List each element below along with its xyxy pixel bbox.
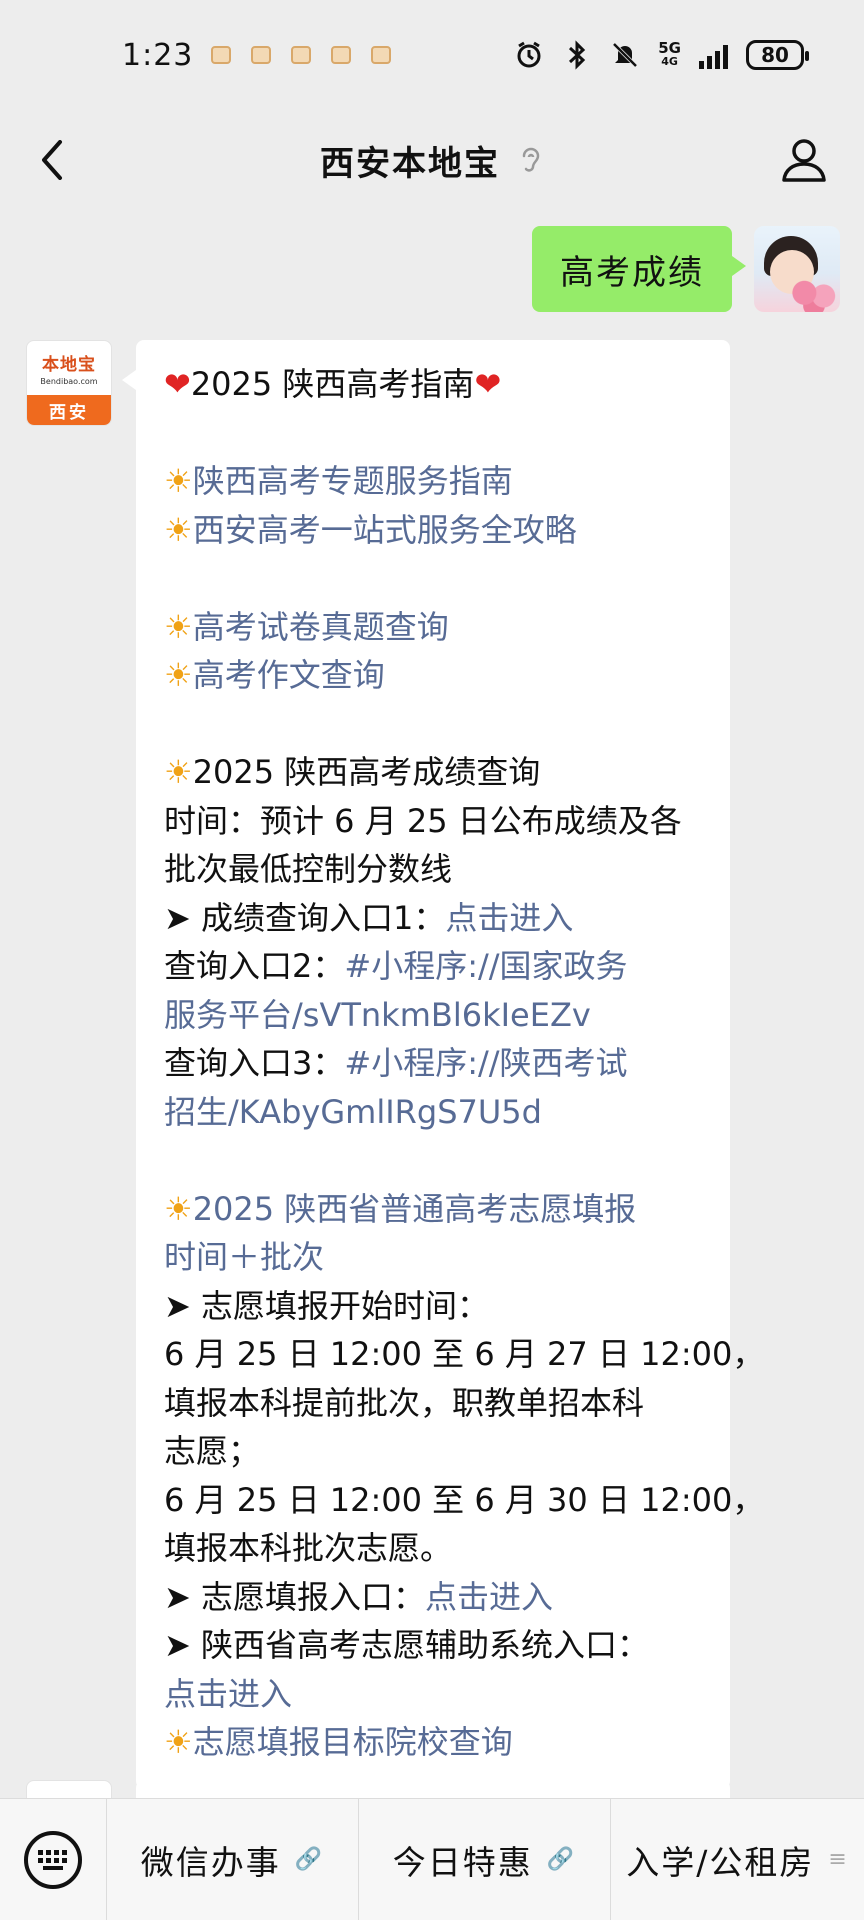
link-one-stop-guide[interactable]: 西安高考一站式服务全攻略 xyxy=(193,511,577,549)
entry-1-link[interactable]: 点击进入 xyxy=(445,899,573,937)
menu-daily-deals[interactable]: 今日特惠 🔗 xyxy=(358,1798,610,1920)
bot-avatar[interactable] xyxy=(26,1780,112,1798)
user-message-bubble[interactable]: 高考成绩 xyxy=(532,226,746,312)
heart-icon: ❤ xyxy=(164,365,191,403)
notification-icon xyxy=(251,46,272,64)
bluetooth-icon xyxy=(562,40,592,70)
menu-label: 今日特惠 xyxy=(392,1842,533,1882)
section-score-query-title: 2025 陕西高考成绩查询 xyxy=(192,753,541,791)
period-1-line-3: 志愿； xyxy=(164,1432,261,1470)
person-icon xyxy=(782,139,826,182)
chat-title: 西安本地宝 xyxy=(320,143,500,184)
bottom-menu-bar: 微信办事 🔗 今日特惠 🔗 入学/公租房 ≡ xyxy=(0,1798,864,1920)
entry-1-label: ➤ 成绩查询入口1： xyxy=(164,898,446,937)
bot-logo-city: 西安 xyxy=(27,395,111,425)
entry-2-link[interactable]: #小程序://国家政务 xyxy=(344,947,627,985)
chevron-left-icon xyxy=(42,140,62,180)
status-bar: 1:23 5G 4G 80 xyxy=(0,0,864,110)
sun-icon: ☀ xyxy=(164,753,193,791)
sun-icon: ☀ xyxy=(164,1189,193,1228)
bot-message: 本地宝 Bendibao.com 西安 ❤2025 陕西高考指南❤ ☀陕西高考专… xyxy=(26,340,765,1789)
link-exam-papers[interactable]: 高考试卷真题查询 xyxy=(193,608,449,646)
link-icon: 🔗 xyxy=(546,1847,577,1872)
sun-icon: ☀ xyxy=(164,607,193,646)
bot-message-next xyxy=(26,1780,730,1798)
notification-icon xyxy=(371,46,392,64)
menu-school-housing[interactable]: 入学/公租房 ≡ xyxy=(610,1798,864,1920)
entry-2-link-cont[interactable]: 服务平台/sVTnkmBl6kIeEZv xyxy=(164,991,704,1040)
bot-logo-text: 本地宝 xyxy=(42,355,96,375)
menu-wechat-services[interactable]: 微信办事 🔗 xyxy=(106,1798,358,1920)
bot-message-bubble: ❤2025 陕西高考指南❤ ☀陕西高考专题服务指南 ☀西安高考一站式服务全攻略 … xyxy=(122,340,765,1789)
signal-icon xyxy=(699,41,728,69)
user-message: 高考成绩 xyxy=(532,226,840,312)
entry-2-label: 查询入口2： xyxy=(164,947,345,985)
bot-avatar[interactable]: 本地宝 Bendibao.com 西安 xyxy=(26,340,112,426)
bot-logo-url: Bendibao.com xyxy=(40,377,98,386)
sun-icon: ☀ xyxy=(164,462,193,500)
guide-title: ❤2025 陕西高考指南❤ xyxy=(164,365,502,403)
chat-header: 西安本地宝 xyxy=(0,110,864,210)
entry-5-link[interactable]: 点击进入 xyxy=(164,1670,704,1719)
menu-label: 微信办事 xyxy=(140,1842,281,1882)
notification-icon xyxy=(331,46,352,64)
menu-list-icon: ≡ xyxy=(828,1847,849,1872)
bot-message-bubble[interactable] xyxy=(136,1780,730,1798)
link-application-time-cont[interactable]: 时间＋批次 xyxy=(164,1233,704,1282)
chat-area[interactable]: 高考成绩 本地宝 Bendibao.com 西安 ❤2025 陕西高考指南❤ ☀… xyxy=(0,210,864,1798)
notification-icon xyxy=(211,46,232,64)
entry-3-label: 查询入口3： xyxy=(164,1044,345,1082)
menu-label: 入学/公租房 xyxy=(626,1842,815,1882)
link-icon: 🔗 xyxy=(294,1847,325,1872)
start-time-label: ➤ 志愿填报开始时间： xyxy=(164,1286,489,1325)
link-target-schools[interactable]: 志愿填报目标院校查询 xyxy=(193,1723,513,1761)
mute-icon xyxy=(610,40,640,70)
score-time-line: 时间：预计 6 月 25 日公布成绩及各 xyxy=(164,801,682,840)
entry-3-link-cont[interactable]: 招生/KAbyGmlIRgS7U5d xyxy=(164,1088,704,1137)
notification-icon xyxy=(291,46,312,64)
profile-button[interactable] xyxy=(778,134,830,186)
keyboard-icon xyxy=(24,1830,82,1889)
alarm-icon xyxy=(514,40,544,70)
user-avatar[interactable] xyxy=(754,226,840,312)
sun-icon: ☀ xyxy=(164,510,193,549)
network-type: 5G 4G xyxy=(658,39,681,69)
battery-icon: 80 xyxy=(746,40,809,70)
ear-icon xyxy=(518,145,544,175)
score-time-line-2: 批次最低控制分数线 xyxy=(164,850,453,888)
sun-icon: ☀ xyxy=(164,1723,193,1761)
entry-3-link[interactable]: #小程序://陕西考试 xyxy=(344,1044,627,1082)
heart-icon: ❤ xyxy=(474,365,502,403)
period-2-line-2: 填报本科批次志愿。 xyxy=(164,1529,453,1567)
entry-4-label: ➤ 志愿填报入口： xyxy=(164,1577,425,1616)
period-1-line-2: 填报本科提前批次，职教单招本科 xyxy=(164,1383,645,1422)
entry-4-link[interactable]: 点击进入 xyxy=(425,1578,553,1616)
period-2-line-1: 6 月 25 日 12:00 至 6 月 30 日 12:00， xyxy=(164,1480,765,1519)
link-service-guide[interactable]: 陕西高考专题服务指南 xyxy=(193,462,513,500)
notification-icons xyxy=(211,46,392,64)
sun-icon: ☀ xyxy=(164,656,193,694)
link-application-time[interactable]: 2025 陕西省普通高考志愿填报 xyxy=(193,1190,637,1228)
back-button[interactable] xyxy=(30,136,74,184)
link-essay-query[interactable]: 高考作文查询 xyxy=(193,656,385,694)
status-time: 1:23 xyxy=(122,37,194,73)
entry-5-label: ➤ 陕西省高考志愿辅助系统入口： xyxy=(164,1626,649,1664)
keyboard-toggle-button[interactable] xyxy=(0,1799,106,1920)
period-1-line-1: 6 月 25 日 12:00 至 6 月 27 日 12:00， xyxy=(164,1335,765,1373)
